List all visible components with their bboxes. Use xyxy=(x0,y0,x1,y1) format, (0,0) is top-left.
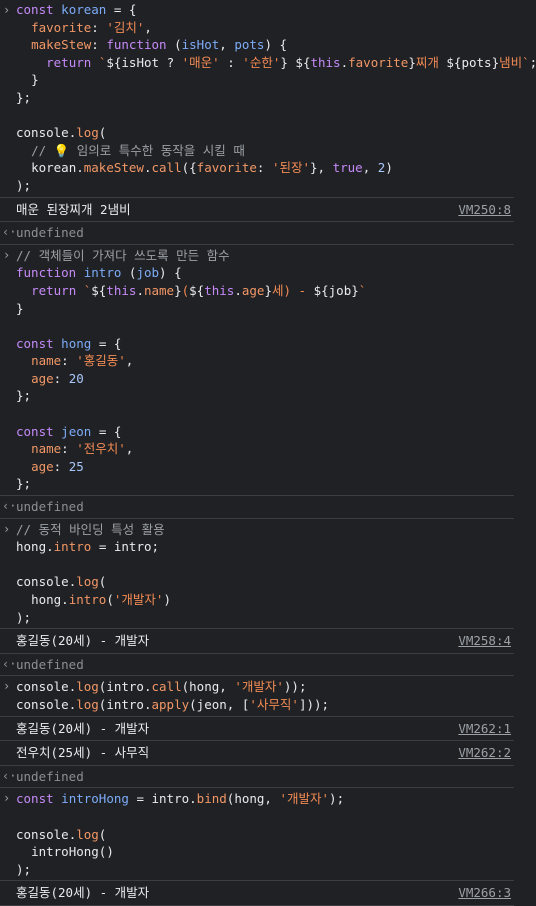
console-result-entry: ‹· undefined xyxy=(0,654,514,677)
console-log-output: 홍길동(20세) - 개발자 VM266:3 xyxy=(0,881,514,906)
undefined-result: undefined xyxy=(16,656,84,672)
code-line: // 객체들이 가져다 쓰도록 만든 함수 xyxy=(16,247,230,263)
console-result-entry: ‹· undefined xyxy=(0,222,514,245)
code-block: // 동적 바인딩 특성 활용 hong.intro = intro; conso… xyxy=(16,521,514,627)
code-line: function intro (job) { xyxy=(16,265,182,281)
code-line: const hong = { xyxy=(16,335,122,351)
undefined-result: undefined xyxy=(16,768,84,784)
code-block: // 객체들이 가져다 쓰도록 만든 함수 function intro (job… xyxy=(16,247,514,493)
source-link[interactable]: VM250:8 xyxy=(458,201,511,219)
code-line: console.log( xyxy=(16,125,107,141)
console-input-entry[interactable]: › // 동적 바인딩 특성 활용 hong.intro = intro; con… xyxy=(0,519,514,630)
code-line: hong.intro('개발자') xyxy=(31,592,171,607)
code-line: ); xyxy=(16,609,32,625)
console-log-output: 홍길동(20세) - 개발자 VM258:4 xyxy=(0,629,514,654)
chevron-left-dot-icon: ‹· xyxy=(2,499,17,514)
code-line: console.log(intro.call(hong, '개발자')); xyxy=(16,679,307,695)
code-line: console.log( xyxy=(16,574,107,590)
source-link[interactable]: VM266:3 xyxy=(458,884,511,902)
undefined-result: undefined xyxy=(16,499,84,515)
code-line: }; xyxy=(16,476,32,492)
code-line: }; xyxy=(16,89,32,105)
code-line: name: '전우치', xyxy=(31,441,134,457)
chevron-right-icon: › xyxy=(3,3,11,17)
code-line: ); xyxy=(16,177,32,193)
console-log-output: 홍길동(20세) - 개발자 VM262:1 xyxy=(0,717,514,742)
code-line: const jeon = { xyxy=(16,423,122,439)
chevron-right-icon: › xyxy=(3,521,11,536)
code-line: console.log(intro.apply(jeon, ['사무직'])); xyxy=(16,696,330,712)
log-text: 홍길동(20세) - 개발자 xyxy=(16,885,150,901)
code-line: korean.makeStew.call({favorite: '된장'}, t… xyxy=(31,160,393,176)
console-result-entry: ‹· undefined xyxy=(0,496,514,519)
source-link[interactable]: VM258:4 xyxy=(458,632,511,650)
source-link[interactable]: VM262:1 xyxy=(458,720,511,738)
code-line: makeStew: function (isHot, pots) { xyxy=(31,37,288,53)
code-line: // 동적 바인딩 특성 활용 xyxy=(16,521,165,537)
code-line: console.log( xyxy=(16,826,107,842)
code-block: const korean = { favorite: '김치', makeSte… xyxy=(16,1,536,195)
console-log-output: 전우치(25세) - 사무직 VM262:2 xyxy=(0,741,514,766)
code-line: introHong() xyxy=(31,844,114,860)
console-input-entry[interactable]: › // 객체들이 가져다 쓰도록 만든 함수 function intro (j… xyxy=(0,245,514,497)
code-line: const korean = { xyxy=(16,2,137,17)
code-line: hong.intro = intro; xyxy=(16,539,160,555)
code-line: } xyxy=(16,300,24,316)
code-block: console.log(intro.call(hong, '개발자')); con… xyxy=(16,678,514,713)
chevron-left-dot-icon: ‹· xyxy=(2,768,17,783)
chevron-left-dot-icon: ‹· xyxy=(2,656,17,671)
code-line: // 💡 임의로 특수한 동작을 시킬 때 xyxy=(31,142,245,158)
console-input-entry[interactable]: › const korean = { favorite: '김치', makeS… xyxy=(0,0,536,198)
code-line: name: '홍길동', xyxy=(31,353,134,369)
source-link[interactable]: VM262:2 xyxy=(458,744,511,762)
devtools-console: › const korean = { favorite: '김치', makeS… xyxy=(0,0,536,906)
log-text: 매운 된장찌개 2냄비 xyxy=(16,201,131,217)
code-line: return `${this.name}(${this.age}세) - ${j… xyxy=(31,282,367,298)
chevron-left-dot-icon: ‹· xyxy=(2,225,17,240)
undefined-result: undefined xyxy=(16,225,84,241)
chevron-right-icon: › xyxy=(3,791,11,806)
code-line: age: 20 xyxy=(31,370,84,386)
log-text: 홍길동(20세) - 개발자 xyxy=(16,720,150,736)
log-text: 전우치(25세) - 사무직 xyxy=(16,745,150,761)
code-block: const introHong = intro.bind(hong, '개발자'… xyxy=(16,790,514,878)
console-log-output: 매운 된장찌개 2냄비 VM250:8 xyxy=(0,198,514,223)
code-line: return `${isHot ? '매운' : '순한'} ${this.fa… xyxy=(46,54,536,70)
chevron-right-icon: › xyxy=(3,679,11,694)
code-line: ); xyxy=(16,861,32,877)
code-line: } xyxy=(31,72,39,88)
console-result-entry: ‹· undefined xyxy=(0,766,514,789)
log-text: 홍길동(20세) - 개발자 xyxy=(16,633,150,649)
code-line: const introHong = intro.bind(hong, '개발자'… xyxy=(16,791,345,807)
code-line: favorite: '김치', xyxy=(31,19,152,35)
code-line: }; xyxy=(16,388,32,404)
code-line: age: 25 xyxy=(31,458,84,474)
console-input-entry[interactable]: › console.log(intro.call(hong, '개발자')); c… xyxy=(0,676,514,717)
console-input-entry[interactable]: › const introHong = intro.bind(hong, '개발… xyxy=(0,788,514,882)
chevron-right-icon: › xyxy=(3,247,11,262)
